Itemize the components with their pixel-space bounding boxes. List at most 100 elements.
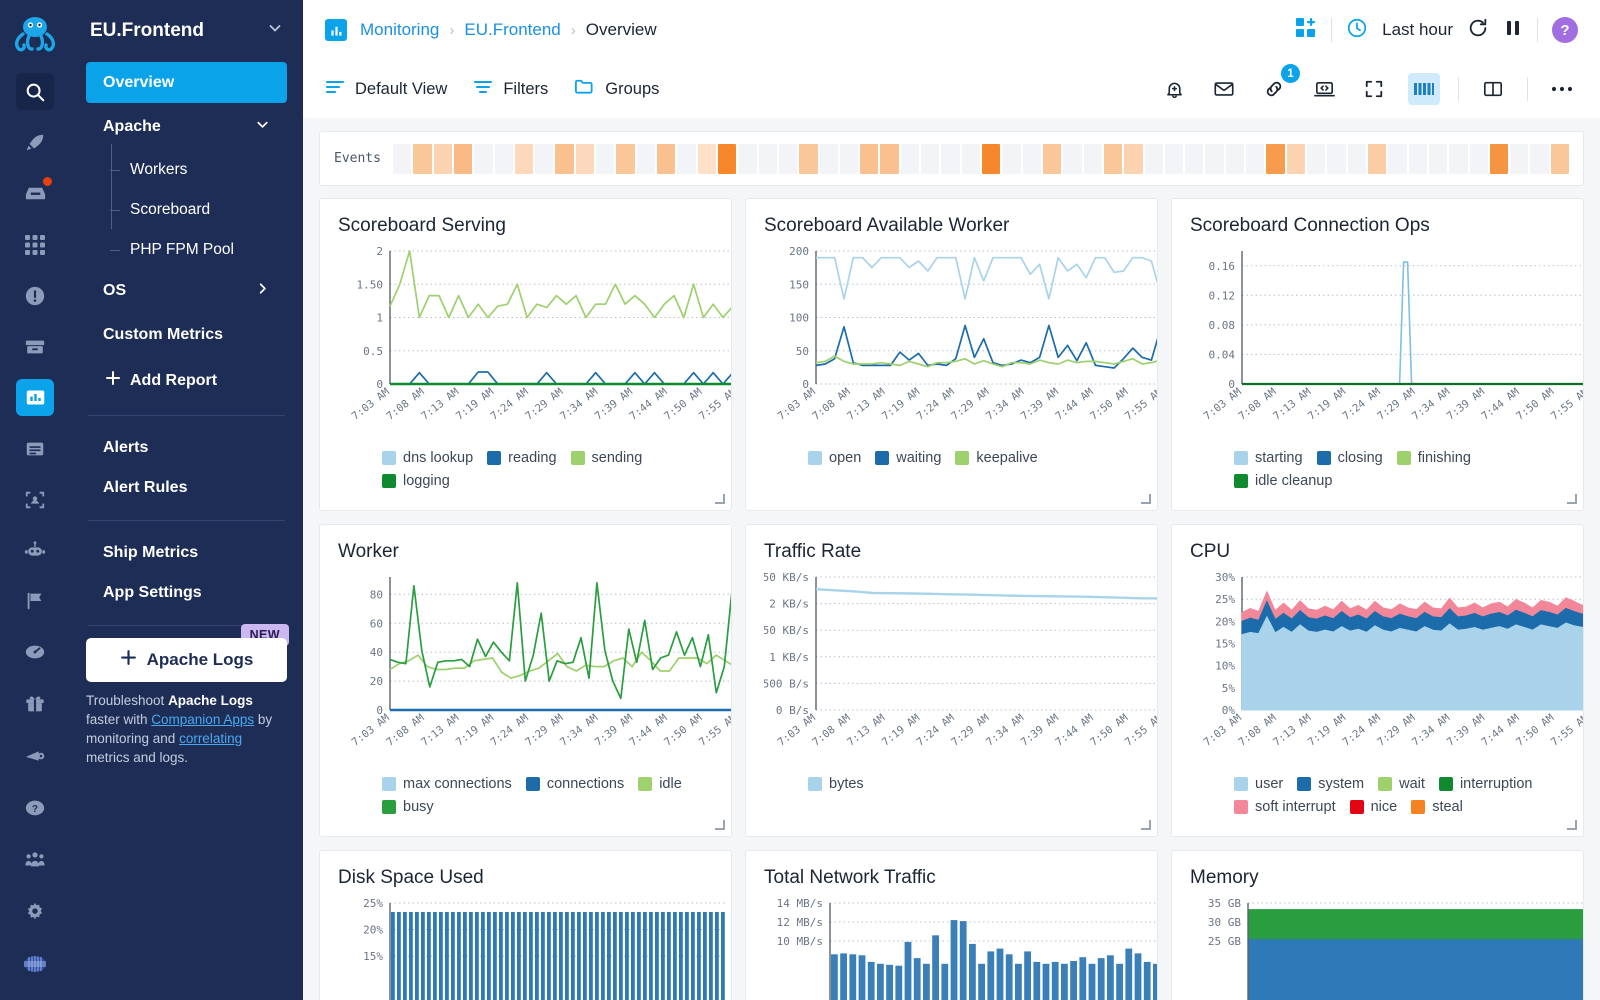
apache-logs-button[interactable]: Apache Logs [86, 638, 287, 682]
alert-icon[interactable] [16, 277, 54, 314]
companion-apps-link[interactable]: Companion Apps [151, 712, 254, 727]
sidebar-item-ship-metrics[interactable]: Ship Metrics [86, 533, 287, 573]
resize-handle[interactable] [715, 820, 725, 831]
event-cell[interactable] [1002, 143, 1021, 174]
legend-item[interactable]: nice [1349, 799, 1397, 815]
event-cell[interactable] [535, 143, 554, 174]
legend-item[interactable]: finishing [1396, 450, 1471, 466]
event-cell[interactable] [413, 143, 432, 174]
groups-button[interactable]: Groups [574, 76, 659, 102]
events-track[interactable] [392, 143, 1570, 174]
flag-icon[interactable] [16, 583, 54, 620]
inbox-icon[interactable] [16, 175, 54, 212]
event-cell[interactable] [1205, 143, 1224, 174]
event-cell[interactable] [738, 143, 757, 174]
event-cell[interactable] [982, 143, 1001, 174]
chevron-right-icon[interactable] [255, 281, 270, 301]
fullscreen-icon[interactable] [1358, 73, 1390, 105]
legend-item[interactable]: keepalive [955, 450, 1038, 466]
event-cell[interactable] [1022, 143, 1041, 174]
legend-item[interactable]: idle [638, 776, 682, 792]
globe-icon[interactable] [16, 945, 54, 983]
sidebar-item-app-settings[interactable]: App Settings [86, 573, 287, 613]
chart-panel-scoreboard-serving[interactable]: Scoreboard Serving 0 0.5 1 1.50 2 7:03 AM 7:08… [319, 198, 732, 512]
event-cell[interactable] [433, 143, 452, 174]
sidebar-item-php-fpm-pool[interactable]: PHP FPM Pool [110, 230, 287, 270]
time-range-label[interactable]: Last hour [1382, 20, 1453, 40]
legend-item[interactable]: system [1297, 776, 1364, 792]
add-widget-icon[interactable] [1295, 17, 1317, 44]
octopus-logo[interactable] [7, 8, 63, 62]
event-cell[interactable] [596, 143, 615, 174]
event-cell[interactable] [1266, 143, 1285, 174]
sidebar-item-alerts[interactable]: Alerts [86, 428, 287, 468]
correlating-link[interactable]: correlating [179, 731, 242, 746]
pause-icon[interactable] [1503, 18, 1523, 43]
breadcrumb-monitoring[interactable]: Monitoring [360, 20, 439, 40]
legend-item[interactable]: starting [1234, 450, 1303, 466]
legend-item[interactable]: user [1234, 776, 1283, 792]
legend-item[interactable]: busy [382, 799, 434, 815]
sidebar-item-apache[interactable]: Apache [86, 106, 287, 147]
archive-icon[interactable] [16, 328, 54, 365]
event-cell[interactable] [1388, 143, 1407, 174]
event-cell[interactable] [1286, 143, 1306, 174]
rocket-icon[interactable] [16, 124, 54, 161]
event-cell[interactable] [636, 143, 656, 174]
help-circle-icon[interactable]: ? [16, 789, 54, 827]
event-cell[interactable] [717, 143, 737, 174]
legend-item[interactable]: logging [382, 473, 450, 489]
event-cell[interactable] [1185, 143, 1204, 174]
chart-bar-icon[interactable] [16, 379, 54, 417]
split-view-icon[interactable] [1477, 73, 1509, 105]
apps-grid-icon[interactable] [16, 226, 54, 263]
gear-icon[interactable] [16, 893, 54, 931]
event-cell[interactable] [697, 143, 716, 174]
event-cell[interactable] [839, 143, 859, 174]
event-cell[interactable] [758, 143, 777, 174]
events-strip[interactable]: Events [319, 131, 1584, 187]
event-cell[interactable] [1489, 143, 1509, 174]
event-cell[interactable] [1225, 143, 1245, 174]
event-cell[interactable] [677, 143, 696, 174]
event-cell[interactable] [657, 143, 676, 174]
chevron-down-icon[interactable] [267, 20, 283, 42]
chevron-down-icon[interactable] [255, 117, 270, 137]
bars-view-icon[interactable] [1408, 73, 1440, 105]
event-cell[interactable] [1428, 143, 1448, 174]
sidebar-item-overview[interactable]: Overview [86, 62, 287, 103]
chart-panel-total-network-traffic[interactable]: Total Network Traffic 14 MB/s 12 MB/s 10 M… [745, 850, 1158, 1000]
event-cell[interactable] [1103, 143, 1123, 174]
legend-item[interactable]: dns lookup [382, 450, 473, 466]
event-cell[interactable] [392, 143, 412, 174]
bell-add-icon[interactable] [1158, 73, 1190, 105]
event-cell[interactable] [494, 143, 513, 174]
chart-panel-disk-space-used[interactable]: Disk Space Used 25%20%15%40 GB30 GB [319, 850, 732, 1000]
event-cell[interactable] [1083, 143, 1102, 174]
gift-icon[interactable] [16, 685, 54, 723]
chart-panel-memory[interactable]: Memory 35 GB 30 GB 25 GB [1171, 850, 1584, 1000]
mail-icon[interactable] [1208, 73, 1240, 105]
legend-item[interactable]: open [808, 450, 861, 466]
robot-icon[interactable] [16, 532, 54, 569]
legend-item[interactable]: wait [1378, 776, 1425, 792]
legend-item[interactable]: bytes [808, 776, 864, 792]
refresh-icon[interactable] [1467, 17, 1489, 44]
breadcrumb-eu-frontend[interactable]: EU.Frontend [464, 20, 560, 40]
add-report-button[interactable]: Add Report [86, 358, 287, 403]
chart-panel-cpu[interactable]: CPU 0% 5% 10% 15% 20% 25% 30% 7:03 AM 7:08 AM 7:1… [1171, 524, 1584, 838]
event-cell[interactable] [474, 143, 493, 174]
event-cell[interactable] [1550, 143, 1570, 174]
legend-item[interactable]: sending [570, 450, 642, 466]
legend-item[interactable]: soft interrupt [1234, 799, 1336, 815]
event-cell[interactable] [1164, 143, 1184, 174]
sidebar-item-scoreboard[interactable]: Scoreboard [110, 190, 287, 230]
event-cell[interactable] [1307, 143, 1326, 174]
event-cell[interactable] [1347, 143, 1366, 174]
chart-panel-scoreboard-available-worker[interactable]: Scoreboard Available Worker 0 50 100 150 200… [745, 198, 1158, 512]
filters-button[interactable]: Filters [473, 77, 548, 102]
event-cell[interactable] [555, 143, 574, 174]
event-cell[interactable] [880, 143, 899, 174]
event-cell[interactable] [799, 143, 818, 174]
event-cell[interactable] [1408, 143, 1427, 174]
